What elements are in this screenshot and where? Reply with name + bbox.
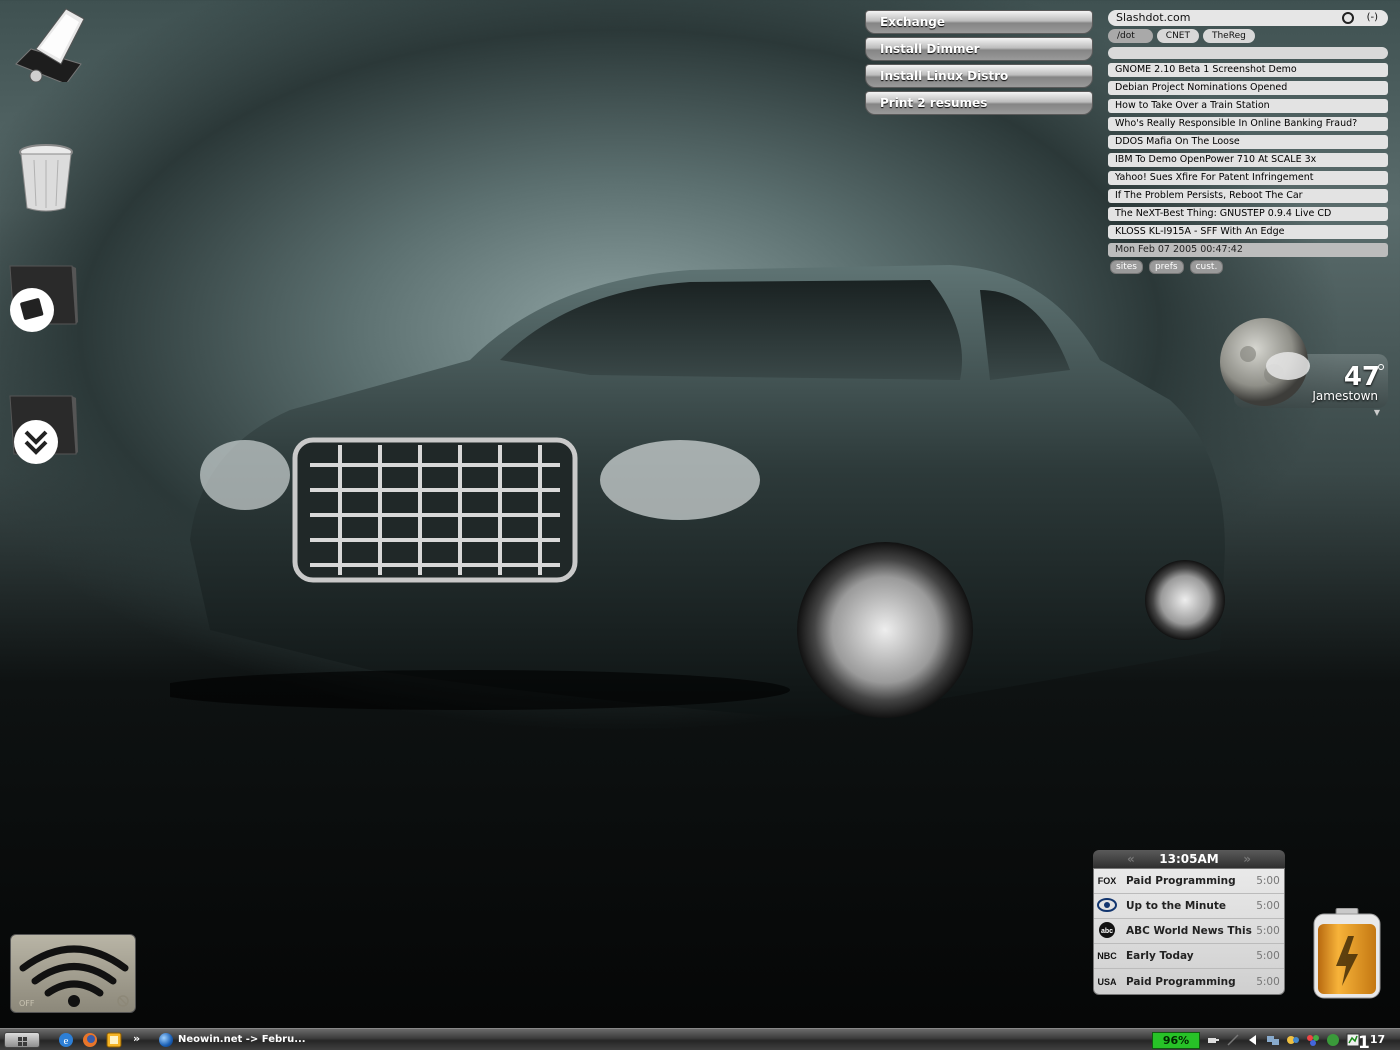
- news-headline[interactable]: How to Take Over a Train Station: [1108, 99, 1388, 113]
- tv-guide-list: FOX Paid Programming 5:00 Up to the Minu…: [1093, 868, 1285, 995]
- program-time: 5:00: [1256, 900, 1280, 912]
- clock-hour: 1: [1358, 1033, 1370, 1050]
- clock-minute: 17: [1369, 1033, 1386, 1046]
- svg-text:e: e: [64, 1035, 69, 1047]
- power-plug-icon[interactable]: [1206, 1033, 1220, 1047]
- tv-guide-time: 13:05AM: [1159, 852, 1219, 866]
- moon-icon: [1220, 318, 1310, 406]
- news-headline[interactable]: Debian Project Nominations Opened: [1108, 81, 1388, 95]
- degree-symbol: [1378, 364, 1384, 370]
- news-headline[interactable]: If The Problem Persists, Reboot The Car: [1108, 189, 1388, 203]
- program-title: ABC World News This...: [1126, 925, 1252, 937]
- program-title: Early Today: [1126, 950, 1194, 962]
- tv-guide-header: « 13:05AM »: [1093, 850, 1285, 868]
- news-headline[interactable]: The NeXT-Best Thing: GNUSTEP 0.9.4 Live …: [1108, 207, 1388, 221]
- launch-button-print-resumes[interactable]: Print 2 resumes: [865, 91, 1093, 115]
- prefs-button[interactable]: prefs: [1148, 260, 1184, 274]
- internet-explorer-icon[interactable]: e: [58, 1032, 74, 1048]
- tab-dot[interactable]: /dot: [1108, 29, 1153, 43]
- drive-icon[interactable]: [6, 262, 84, 340]
- tv-listing-row[interactable]: USA Paid Programming 5:00: [1094, 969, 1284, 994]
- fox-logo-icon: FOX: [1097, 876, 1117, 886]
- program-time: 5:00: [1256, 925, 1280, 937]
- news-headline[interactable]: Who's Really Responsible In Online Banki…: [1108, 117, 1388, 131]
- news-widget: Slashdot.com (-) /dot CNET TheReg GNOME …: [1108, 10, 1388, 274]
- notes-icon[interactable]: [106, 1032, 122, 1048]
- trash-icon[interactable]: [6, 140, 84, 218]
- svg-text:abc: abc: [1101, 928, 1113, 935]
- program-time: 5:00: [1256, 950, 1280, 962]
- wifi-state-label: OFF: [19, 999, 35, 1008]
- nbc-logo-icon: NBC: [1097, 951, 1117, 961]
- taskbar-window-title: Neowin.net -> Febru...: [178, 1034, 306, 1045]
- news-headline[interactable]: DDOS Mafia On The Loose: [1108, 135, 1388, 149]
- tv-listing-row[interactable]: FOX Paid Programming 5:00: [1094, 869, 1284, 894]
- tv-guide-widget: « 13:05AM » FOX Paid Programming 5:00 Up…: [1093, 850, 1285, 1004]
- tab-thereg[interactable]: TheReg: [1202, 29, 1255, 43]
- program-title: Paid Programming: [1126, 975, 1236, 988]
- tv-listing-row[interactable]: NBC Early Today 5:00: [1094, 944, 1284, 969]
- news-headline[interactable]: GNOME 2.10 Beta 1 Screenshot Demo: [1108, 63, 1388, 77]
- collapse-button[interactable]: (-): [1367, 10, 1378, 26]
- windows-icon: [18, 1037, 27, 1046]
- cbs-logo-icon: [1094, 898, 1120, 914]
- wallpaper-car-image: [170, 265, 1225, 720]
- launch-button-exchange[interactable]: Exchange: [865, 10, 1093, 34]
- tv-listing-row[interactable]: abc ABC World News This... 5:00: [1094, 919, 1284, 944]
- program-title: Paid Programming: [1126, 875, 1236, 887]
- quick-launch-overflow[interactable]: »: [133, 1032, 140, 1045]
- signal-icon[interactable]: [1226, 1033, 1240, 1047]
- next-arrow-icon[interactable]: »: [1243, 850, 1251, 868]
- refresh-icon[interactable]: [1342, 12, 1354, 24]
- quick-launch-widget: Exchange Install Dimmer Install Linux Di…: [865, 10, 1093, 118]
- wifi-widget[interactable]: OFF: [10, 934, 136, 1013]
- chat-icon[interactable]: [1286, 1033, 1300, 1047]
- battery-percent-meter[interactable]: 96%: [1152, 1032, 1200, 1049]
- usa-logo-icon: USA: [1097, 976, 1117, 987]
- news-timestamp: Mon Feb 07 2005 00:47:42: [1108, 243, 1388, 257]
- news-headline[interactable]: KLOSS KL-I915A - SFF With An Edge: [1108, 225, 1388, 239]
- program-time: 5:00: [1256, 875, 1280, 887]
- launch-button-install-linux[interactable]: Install Linux Distro: [865, 64, 1093, 88]
- globe-icon: [159, 1033, 173, 1047]
- weather-city: Jamestown: [1312, 389, 1378, 403]
- butterfly-icon[interactable]: [1306, 1033, 1320, 1047]
- firefox-icon[interactable]: [82, 1032, 98, 1048]
- weather-widget[interactable]: 47 Jamestown ▼: [1218, 316, 1388, 420]
- news-spacer: [1108, 47, 1388, 59]
- news-headline[interactable]: IBM To Demo OpenPower 710 At SCALE 3x: [1108, 153, 1388, 167]
- news-footer: sites prefs cust.: [1108, 260, 1388, 274]
- abc-logo-icon: abc: [1094, 921, 1120, 941]
- previous-arrow-icon[interactable]: «: [1127, 850, 1135, 868]
- tab-cnet[interactable]: CNET: [1156, 29, 1199, 43]
- program-time: 5:00: [1256, 975, 1280, 988]
- taskbar-clock[interactable]: 117: [1358, 1029, 1385, 1050]
- taskbar-window-button[interactable]: Neowin.net -> Febru...: [156, 1031, 306, 1049]
- news-headline[interactable]: Yahoo! Sues Xfire For Patent Infringemen…: [1108, 171, 1388, 185]
- battery-icon: [1313, 908, 1381, 999]
- system-tray: [1206, 1032, 1360, 1048]
- taskbar: e » Neowin.net -> Febru... 96% 117: [0, 1028, 1400, 1050]
- program-title: Up to the Minute: [1126, 900, 1226, 912]
- globe-tray-icon[interactable]: [1326, 1033, 1340, 1047]
- sites-button[interactable]: sites: [1110, 260, 1143, 274]
- laptop-icon[interactable]: [6, 4, 84, 82]
- news-site-title: Slashdot.com: [1116, 11, 1191, 24]
- expand-arrow-icon[interactable]: ▼: [1374, 408, 1380, 417]
- news-tabs: /dot CNET TheReg: [1108, 29, 1388, 43]
- temperature-value: 47: [1343, 362, 1380, 392]
- downloads-icon[interactable]: [6, 392, 84, 470]
- customize-button[interactable]: cust.: [1189, 260, 1224, 274]
- tv-listing-row[interactable]: Up to the Minute 5:00: [1094, 894, 1284, 919]
- network-icon[interactable]: [1266, 1033, 1280, 1047]
- start-button[interactable]: [4, 1032, 40, 1048]
- news-title-bar: Slashdot.com (-): [1108, 10, 1388, 26]
- launch-button-install-dimmer[interactable]: Install Dimmer: [865, 37, 1093, 61]
- arrow-icon[interactable]: [1246, 1033, 1260, 1047]
